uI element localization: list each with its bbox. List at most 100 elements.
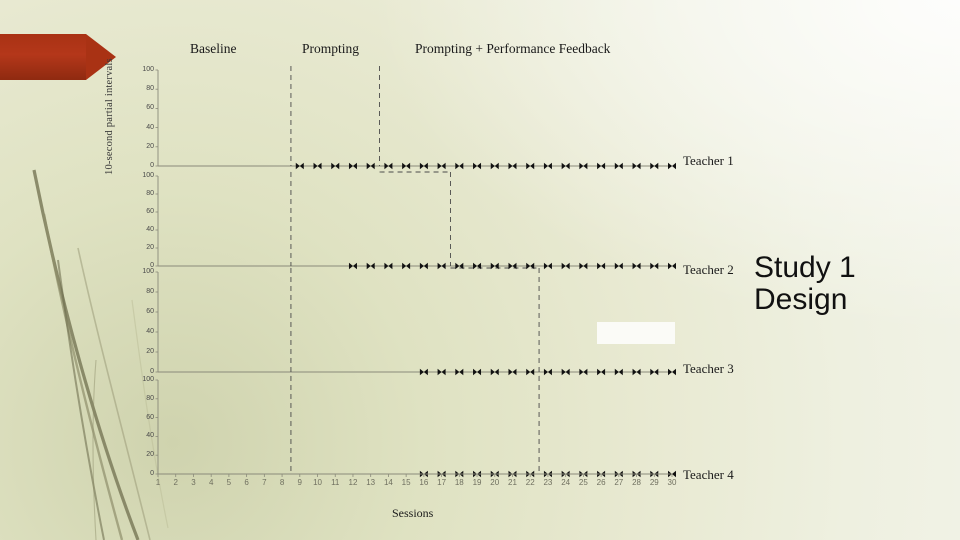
x-tick-label: 25: [578, 478, 588, 487]
x-tick-label: 13: [366, 478, 376, 487]
data-point: [668, 262, 676, 270]
data-point: [650, 262, 659, 270]
y-tick-label: 40: [146, 123, 154, 131]
data-point: [614, 262, 623, 270]
slide-canvas: Baseline Prompting Prompting + Performan…: [0, 0, 960, 540]
y-tick-label: 100: [142, 376, 154, 383]
data-point: [402, 162, 411, 170]
x-tick-label: 16: [419, 478, 429, 487]
y-tick-label: 40: [146, 328, 154, 335]
y-tick-label: 100: [142, 172, 154, 179]
data-point: [579, 162, 588, 170]
x-tick-label: 12: [348, 478, 358, 487]
x-tick-label: 6: [244, 478, 249, 487]
y-tick-label: 0: [150, 368, 154, 375]
data-point: [579, 368, 588, 376]
y-tick-label: 80: [146, 190, 154, 197]
x-tick-label: 23: [543, 478, 553, 487]
data-point: [455, 162, 464, 170]
data-point: [366, 262, 375, 270]
x-tick-label: 8: [279, 478, 285, 487]
y-tick-label: 60: [146, 413, 154, 421]
x-tick-label: 27: [614, 478, 624, 487]
data-point: [508, 162, 517, 170]
data-point: [632, 368, 641, 376]
x-tick-label: 29: [649, 478, 659, 487]
y-tick-label: 80: [146, 394, 154, 402]
x-tick-label: 22: [525, 478, 535, 487]
data-point: [543, 368, 552, 376]
phase-lines-group: [290, 66, 540, 474]
slide-title-line-2: Design: [754, 283, 848, 317]
data-point: [579, 262, 588, 270]
data-point: [384, 162, 393, 170]
data-point: [419, 262, 428, 270]
x-tick-label: 17: [437, 478, 447, 487]
data-point: [419, 162, 428, 170]
y-tick-label: 80: [146, 288, 154, 295]
x-tick-label: 4: [208, 478, 214, 487]
data-point: [402, 262, 411, 270]
data-point: [632, 162, 641, 170]
data-point: [437, 162, 446, 170]
data-point: [597, 368, 606, 376]
data-point: [561, 162, 570, 170]
data-point: [473, 368, 482, 376]
x-tick-label: 21: [508, 478, 517, 487]
data-point: [313, 162, 322, 170]
data-point: [561, 262, 570, 270]
data-point: [295, 162, 304, 170]
data-point: [490, 368, 499, 376]
data-point: [419, 368, 428, 376]
data-point: [543, 262, 552, 270]
data-point: [437, 262, 446, 270]
x-tick-label: 28: [632, 478, 641, 487]
y-tick-label: 60: [146, 104, 154, 112]
x-tick-label: 30: [667, 478, 677, 487]
x-tick-label: 14: [383, 478, 393, 487]
data-point: [597, 262, 606, 270]
data-markers-group: [295, 162, 676, 478]
x-tick-label: 19: [472, 478, 482, 487]
x-tick-label: 10: [313, 478, 322, 487]
data-point: [597, 162, 606, 170]
y-tick-label: 20: [146, 451, 154, 459]
x-axis-group: [157, 473, 673, 477]
y-tick-label: 0: [150, 162, 154, 169]
x-tick-label: 7: [262, 478, 267, 487]
data-point: [348, 262, 357, 270]
data-point: [490, 162, 499, 170]
y-tick-label: 20: [146, 244, 154, 251]
y-tick-label: 20: [146, 142, 154, 150]
y-tick-label: 100: [142, 66, 154, 73]
y-tick-label: 40: [146, 432, 154, 440]
data-point: [650, 162, 659, 170]
data-point: [331, 162, 340, 170]
data-point: [508, 368, 517, 376]
data-point: [543, 162, 552, 170]
x-tick-label: 15: [401, 478, 411, 487]
data-point: [366, 162, 375, 170]
x-tick-label: 20: [490, 478, 500, 487]
data-point: [526, 162, 535, 170]
data-point: [668, 162, 676, 170]
y-tick-label: 60: [146, 208, 154, 215]
x-tick-label: 2: [173, 478, 178, 487]
y-tick-label: 0: [150, 470, 154, 477]
slide-title: Study 1 Design: [754, 251, 944, 317]
y-tick-label: 100: [142, 268, 154, 275]
data-point: [650, 368, 659, 376]
slide-title-line-1: Study 1: [754, 251, 856, 284]
data-point: [348, 162, 357, 170]
x-tick-label: 9: [297, 478, 302, 487]
x-tick-label: 26: [596, 478, 606, 487]
data-point: [632, 262, 641, 270]
data-point: [561, 368, 570, 376]
y-tick-label: 40: [146, 226, 154, 233]
data-point: [614, 368, 623, 376]
x-tick-label: 24: [561, 478, 571, 487]
data-point: [668, 368, 676, 376]
y-tick-label: 80: [146, 85, 154, 93]
x-tick-label: 11: [331, 478, 340, 487]
x-tick-label: 1: [155, 478, 161, 487]
